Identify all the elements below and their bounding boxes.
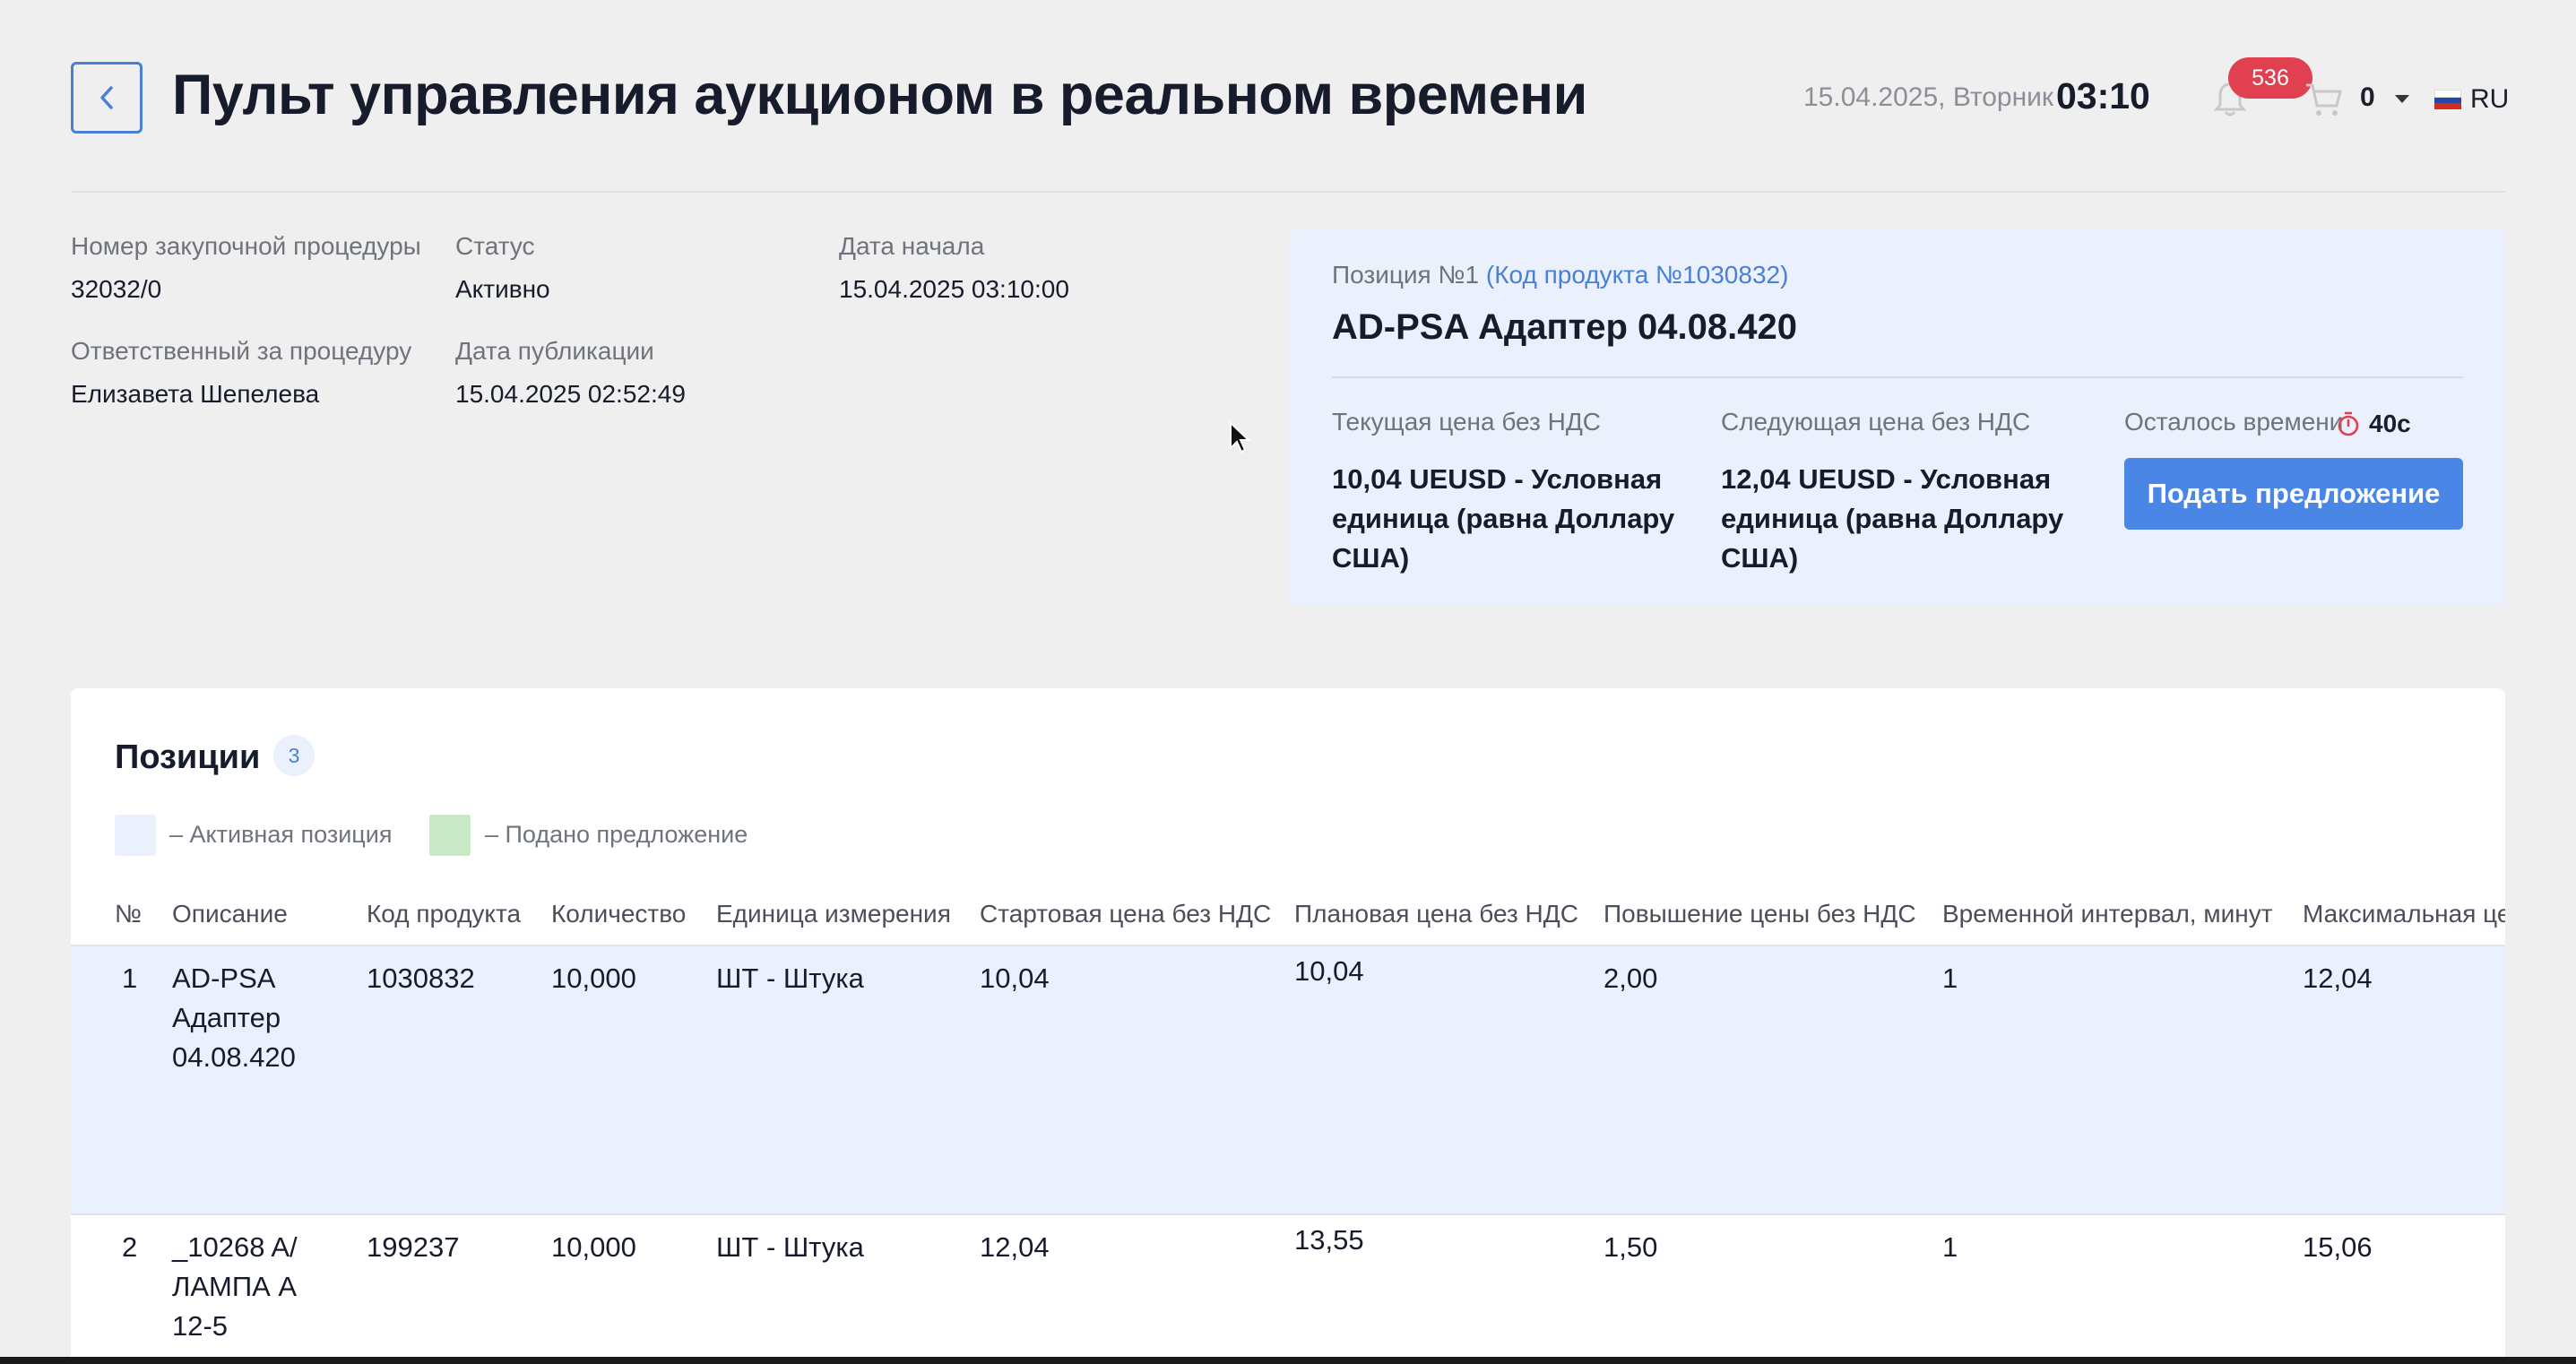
current-date: 15.04.2025, Вторник xyxy=(1803,82,2054,112)
page-title: Пульт управления аукционом в реальном вр… xyxy=(172,64,1587,126)
procedure-number-label: Номер закупочной процедуры xyxy=(71,232,421,260)
cart-count: 0 xyxy=(2360,82,2375,112)
row-price-increase: 1,50 xyxy=(1604,1231,1658,1263)
position-number: Позиция №1 (Код продукта №1030832) xyxy=(1332,261,1788,289)
publication-date: 15.04.2025 02:52:49 xyxy=(455,380,686,408)
positions-title: Позиции xyxy=(115,738,261,776)
row-time-interval: 1 xyxy=(1942,963,1958,994)
time-left-label: Осталось времени xyxy=(2124,408,2344,436)
row-quantity: 10,000 xyxy=(551,1231,636,1263)
publication-date-label: Дата публикации xyxy=(455,337,654,365)
position-label: Позиция №1 xyxy=(1332,261,1480,289)
row-plan-price: 13,55 xyxy=(1294,1224,1364,1256)
column-header-plan-price[interactable]: Плановая цена без НДС xyxy=(1294,900,1578,928)
current-price-label: Текущая цена без НДС xyxy=(1332,408,1602,436)
mouse-cursor-icon xyxy=(1228,420,1251,460)
notifications-badge[interactable]: 536 xyxy=(2228,57,2312,99)
chevron-down-icon[interactable] xyxy=(2395,95,2409,103)
back-button[interactable] xyxy=(71,62,143,134)
responsible-value: Елизавета Шепелева xyxy=(71,380,320,408)
column-header-time-interval[interactable]: Временной интервал, минут xyxy=(1942,900,2273,928)
row-unit: ШТ - Штука xyxy=(716,1231,864,1263)
next-price: 12,04 UEUSD - Условная единица (равна До… xyxy=(1721,463,2064,574)
legend-active-swatch xyxy=(115,815,156,856)
column-header-price-increase[interactable]: Повышение цены без НДС xyxy=(1604,900,1916,928)
row-number: 2 xyxy=(122,1231,138,1263)
row-start-price: 10,04 xyxy=(980,963,1050,994)
chevron-left-icon xyxy=(100,86,113,109)
cart-icon[interactable] xyxy=(2304,81,2343,123)
row-max-price: 15,06 xyxy=(2303,1231,2373,1263)
procedure-number: 32032/0 xyxy=(71,275,162,303)
row-quantity: 10,000 xyxy=(551,963,636,994)
row-unit: ШТ - Штука xyxy=(716,963,864,994)
header-divider xyxy=(71,191,2505,193)
column-header-product-code[interactable]: Код продукта xyxy=(367,900,521,928)
stopwatch-icon xyxy=(2336,410,2361,442)
next-price-label: Следующая цена без НДС xyxy=(1721,408,2031,436)
row-description: _10268 A/ ЛАМПА А 12-5 xyxy=(172,1231,298,1342)
product-code-link[interactable]: (Код продукта №1030832) xyxy=(1486,261,1789,289)
status-value: Активно xyxy=(455,275,550,303)
bottom-edge-bar xyxy=(0,1357,2576,1364)
positions-count-badge: 3 xyxy=(273,735,315,776)
row-price-increase: 2,00 xyxy=(1604,963,1658,994)
column-header-quantity[interactable]: Количество xyxy=(551,900,686,928)
active-position-card: Позиция №1 (Код продукта №1030832) AD-PS… xyxy=(1289,229,2506,605)
current-time: 03:10 xyxy=(2056,75,2150,117)
row-description: AD-PSA Адаптер 04.08.420 xyxy=(172,963,296,1073)
row-max-price: 12,04 xyxy=(2303,963,2373,994)
submit-offer-button[interactable]: Подать предложение xyxy=(2124,458,2463,530)
column-header-start-price[interactable]: Стартовая цена без НДС xyxy=(980,900,1271,928)
russia-flag-icon xyxy=(2434,90,2461,110)
column-header-unit[interactable]: Единица измерения xyxy=(716,900,951,928)
current-price: 10,04 UEUSD - Условная единица (равна До… xyxy=(1332,463,1675,574)
column-header-number[interactable]: № xyxy=(115,900,142,928)
row-time-interval: 1 xyxy=(1942,1231,1958,1263)
positions-panel: Позиции 3 – Активная позиция – Подано пр… xyxy=(71,688,2505,1364)
table-row[interactable]: 2 _10268 A/ ЛАМПА А 12-5 199237 10,000 Ш… xyxy=(71,1217,2505,1364)
start-date-label: Дата начала xyxy=(839,232,985,260)
table-row-active[interactable]: 1 AD-PSA Адаптер 04.08.420 1030832 10,00… xyxy=(71,946,2505,1215)
start-date: 15.04.2025 03:10:00 xyxy=(839,275,1069,303)
card-divider xyxy=(1332,376,2463,378)
time-left-value: 40с xyxy=(2369,410,2411,437)
legend-submitted-label: – Подано предложение xyxy=(485,821,748,848)
row-start-price: 12,04 xyxy=(980,1231,1050,1263)
column-header-max-price[interactable]: Максимальная це xyxy=(2303,900,2505,928)
language-selector[interactable]: RU xyxy=(2434,84,2509,115)
legend-submitted-swatch xyxy=(429,815,471,856)
status-label: Статус xyxy=(455,232,535,260)
row-product-code: 1030832 xyxy=(367,963,475,994)
responsible-label: Ответственный за процедуру xyxy=(71,337,412,365)
row-number: 1 xyxy=(122,963,138,994)
legend-active-label: – Активная позиция xyxy=(169,821,393,848)
row-product-code: 199237 xyxy=(367,1231,460,1263)
language-label: RU xyxy=(2470,84,2510,114)
position-title: AD-PSA Адаптер 04.08.420 xyxy=(1332,307,1797,347)
row-plan-price: 10,04 xyxy=(1294,955,1364,987)
column-header-description[interactable]: Описание xyxy=(172,900,288,928)
